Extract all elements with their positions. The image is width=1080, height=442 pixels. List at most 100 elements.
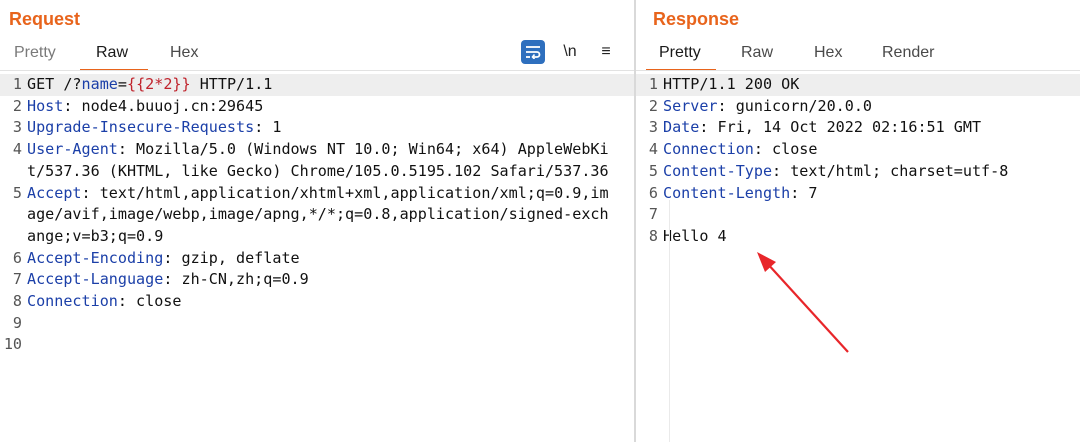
line-number: 4	[12, 140, 22, 159]
header-name: Connection	[663, 140, 754, 159]
newline-toggle-button[interactable]: \n	[558, 40, 582, 64]
line-number: 8	[648, 226, 658, 245]
line-text: Hello 4	[658, 226, 1080, 248]
line-number: 6	[648, 183, 658, 202]
line-number: 2	[648, 96, 658, 115]
code-line[interactable]: 1 HTTP/1.1 200 OK	[636, 74, 1080, 96]
menu-icon[interactable]: ≡	[594, 40, 618, 64]
code-line[interactable]: 8 Connection: close	[0, 291, 634, 313]
line-text: Accept: text/html,application/xhtml+xml,…	[22, 183, 612, 248]
code-line[interactable]: 5 Content-Type: text/html; charset=utf-8	[636, 161, 1080, 183]
code-line[interactable]: 4 Connection: close	[636, 139, 1080, 161]
line-text: Date: Fri, 14 Oct 2022 02:16:51 GMT	[658, 117, 1080, 139]
line-text	[22, 313, 612, 335]
header-name: Connection	[27, 292, 118, 311]
line-text: Accept-Encoding: gzip, deflate	[22, 248, 612, 270]
wrap-lines-button[interactable]	[521, 40, 545, 64]
line-number: 6	[12, 248, 22, 267]
code-line[interactable]: 6 Content-Length: 7	[636, 183, 1080, 205]
header-name: Accept-Encoding	[27, 248, 164, 267]
wrap-lines-icon	[526, 46, 541, 59]
line-segment: Hello 4	[663, 226, 727, 245]
header-name: Accept-Language	[27, 270, 164, 289]
line-number: 7	[12, 270, 22, 289]
tabs-divider	[0, 70, 634, 71]
line-number: 5	[648, 161, 658, 180]
header-name: User-Agent	[27, 140, 118, 159]
code-line[interactable]: 6 Accept-Encoding: gzip, deflate	[0, 248, 634, 270]
tabs-divider	[636, 70, 1080, 71]
header-name: Content-Length	[663, 183, 791, 202]
header-name: Upgrade-Insecure-Requests	[27, 118, 255, 137]
tab-hex[interactable]: Hex	[170, 44, 198, 62]
line-segment: : 7	[790, 183, 818, 202]
param-value: {{2*2}}	[126, 75, 191, 93]
param-name: name	[81, 75, 118, 93]
line-text: User-Agent: Mozilla/5.0 (Windows NT 10.0…	[22, 139, 612, 182]
response-title: Response	[653, 9, 740, 29]
line-text	[22, 334, 612, 356]
code-line[interactable]: 2 Server: gunicorn/20.0.0	[636, 96, 1080, 118]
line-number: 4	[648, 140, 658, 159]
header-name: Server	[663, 96, 718, 115]
line-text: Accept-Language: zh-CN,zh;q=0.9	[22, 269, 612, 291]
line-number: 1	[648, 75, 658, 93]
line-number: 8	[12, 292, 22, 311]
line-text: Server: gunicorn/20.0.0	[658, 96, 1080, 118]
tab-pretty[interactable]: Pretty	[14, 44, 56, 62]
response-editor[interactable]: 1 HTTP/1.1 200 OK 2 Server: gunicorn/20.0.0…	[636, 74, 1080, 248]
code-line[interactable]: 3 Date: Fri, 14 Oct 2022 02:16:51 GMT	[636, 117, 1080, 139]
line-segment: : gunicorn/20.0.0	[717, 96, 873, 115]
code-line[interactable]: 2 Host: node4.buuoj.cn:29645	[0, 96, 634, 118]
code-line[interactable]: 10	[0, 334, 634, 356]
line-number: 3	[12, 118, 22, 137]
request-editor[interactable]: 1 GET /?name={{2*2}} HTTP/1.1 2 Host: node4…	[0, 74, 634, 356]
line-number: 3	[648, 118, 658, 137]
line-segment: GET /?	[27, 75, 82, 93]
line-segment: HTTP/1.1	[190, 75, 273, 93]
line-number: 9	[12, 313, 22, 332]
tab-hex[interactable]: Hex	[814, 44, 842, 62]
line-segment: HTTP/1.1 200 OK	[663, 75, 800, 93]
line-number: 2	[12, 96, 22, 115]
line-segment: =	[117, 75, 127, 93]
header-name: Accept	[27, 183, 82, 202]
line-text: Connection: close	[658, 139, 1080, 161]
tab-raw[interactable]: Raw	[96, 44, 128, 62]
tab-render[interactable]: Render	[882, 44, 934, 62]
code-line[interactable]: 5 Accept: text/html,application/xhtml+xml…	[0, 183, 634, 248]
line-segment: : close	[753, 140, 818, 159]
code-line[interactable]: 1 GET /?name={{2*2}} HTTP/1.1	[0, 74, 634, 96]
line-text: Host: node4.buuoj.cn:29645	[22, 96, 612, 118]
header-name: Content-Type	[663, 161, 773, 180]
line-segment: : text/html; charset=utf-8	[772, 161, 1009, 180]
code-line[interactable]: 9	[0, 313, 634, 335]
line-segment: : zh-CN,zh;q=0.9	[163, 270, 309, 289]
line-segment: : Fri, 14 Oct 2022 02:16:51 GMT	[699, 118, 982, 137]
tab-pretty[interactable]: Pretty	[659, 44, 701, 62]
code-line[interactable]: 7	[636, 204, 1080, 226]
line-segment: : 1	[254, 118, 282, 137]
line-text: GET /?name={{2*2}} HTTP/1.1	[22, 74, 612, 96]
line-segment: : close	[117, 292, 182, 311]
line-text: Content-Length: 7	[658, 183, 1080, 205]
line-text: Connection: close	[22, 291, 612, 313]
line-text: Content-Type: text/html; charset=utf-8	[658, 161, 1080, 183]
header-name: Date	[663, 118, 700, 137]
code-line[interactable]: 4 User-Agent: Mozilla/5.0 (Windows NT 10.…	[0, 139, 634, 182]
tab-raw[interactable]: Raw	[741, 44, 773, 62]
request-pane: Request Pretty Raw Hex \n ≡ 1 GET /?name=…	[0, 0, 634, 442]
request-title: Request	[9, 9, 81, 29]
code-line[interactable]: 7 Accept-Language: zh-CN,zh;q=0.9	[0, 269, 634, 291]
line-number: 7	[648, 205, 658, 224]
line-text: Upgrade-Insecure-Requests: 1	[22, 117, 612, 139]
line-text	[658, 204, 1080, 226]
response-pane: Response Pretty Raw Hex Render 1 HTTP/1.1…	[636, 0, 1080, 442]
line-segment: : gzip, deflate	[163, 248, 300, 267]
response-tabs: Pretty Raw Hex Render	[636, 44, 1080, 72]
code-line[interactable]: 3 Upgrade-Insecure-Requests: 1	[0, 117, 634, 139]
line-number: 5	[12, 183, 22, 202]
header-name: Host	[27, 96, 64, 115]
code-line[interactable]: 8 Hello 4	[636, 226, 1080, 248]
line-number: 10	[3, 335, 22, 354]
